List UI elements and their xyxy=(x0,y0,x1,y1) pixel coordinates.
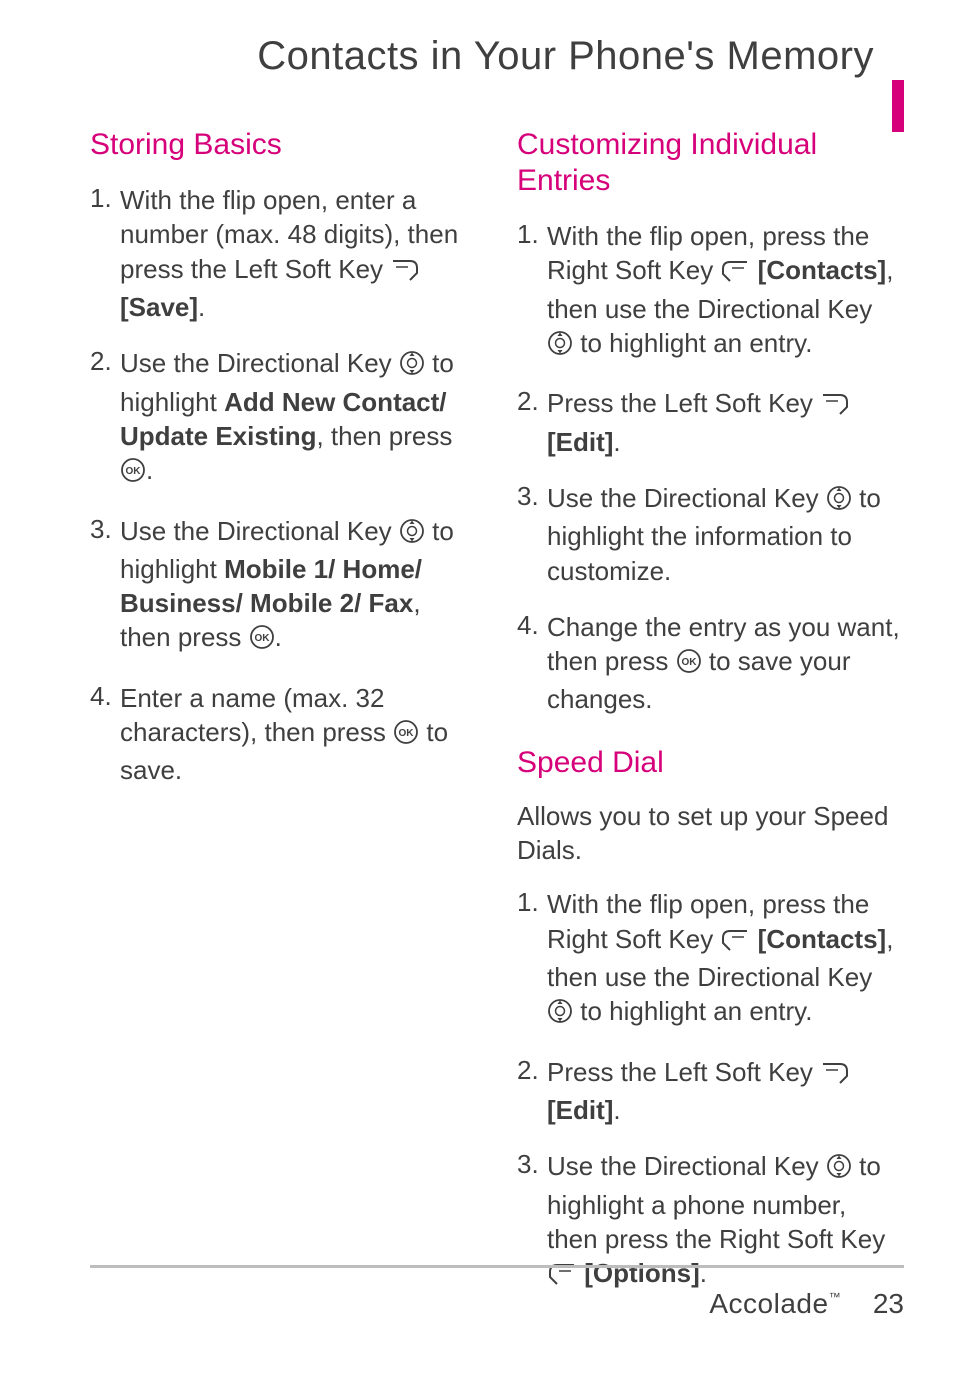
step-text: Change the entry as you want, then press… xyxy=(547,610,904,717)
step-text: Use the Directional Key to highlight Add… xyxy=(120,346,477,491)
columns: Storing Basics 1.With the flip open, ent… xyxy=(90,127,904,1317)
speed-dial-steps: 1.With the flip open, press the Right So… xyxy=(517,887,904,1294)
page-title: Contacts in Your Phone's Memory xyxy=(90,34,874,79)
bold-label: [Save] xyxy=(120,292,198,322)
step-number: 2. xyxy=(90,346,120,491)
step-text: With the flip open, press the Right Soft… xyxy=(547,219,904,364)
step-number: 1. xyxy=(517,887,547,1032)
footer-row: Accolade™ 23 xyxy=(90,1288,904,1320)
ok-icon: OK xyxy=(393,719,419,753)
speed-dial-intro: Allows you to set up your Speed Dials. xyxy=(517,799,904,868)
left-soft-key-icon xyxy=(820,390,850,424)
list-item: 2.Press the Left Soft Key [Edit]. xyxy=(517,1055,904,1128)
left-soft-key-icon xyxy=(820,1059,850,1093)
bold-label: [Contacts] xyxy=(758,924,887,954)
list-item: 1.With the flip open, press the Right So… xyxy=(517,887,904,1032)
bold-label: Add New Contact/ Update Existing xyxy=(120,387,447,451)
title-row: Contacts in Your Phone's Memory xyxy=(90,34,904,79)
section-heading-speed-dial: Speed Dial xyxy=(517,745,904,781)
dpad-icon xyxy=(399,518,425,552)
accent-bar xyxy=(892,80,904,132)
storing-basics-steps: 1.With the flip open, enter a number (ma… xyxy=(90,183,477,788)
step-number: 2. xyxy=(517,386,547,459)
customizing-steps: 1.With the flip open, press the Right So… xyxy=(517,219,904,717)
left-column: Storing Basics 1.With the flip open, ent… xyxy=(90,127,477,1317)
step-number: 4. xyxy=(90,681,120,788)
right-column: Customizing Individual Entries 1.With th… xyxy=(517,127,904,1317)
list-item: 2.Use the Directional Key to highlight A… xyxy=(90,346,477,491)
dpad-icon xyxy=(826,1153,852,1187)
ok-icon: OK xyxy=(676,648,702,682)
svg-text:OK: OK xyxy=(126,466,142,477)
footer-rule xyxy=(90,1265,904,1268)
right-soft-key-icon xyxy=(720,257,750,291)
list-item: 3.Use the Directional Key to highlight t… xyxy=(517,481,904,588)
dpad-icon xyxy=(399,350,425,384)
bold-label: [Edit] xyxy=(547,1095,613,1125)
step-text: Enter a name (max. 32 characters), then … xyxy=(120,681,477,788)
step-text: Use the Directional Key to highlight the… xyxy=(547,481,904,588)
svg-text:OK: OK xyxy=(399,728,415,739)
step-number: 4. xyxy=(517,610,547,717)
bold-label: [Contacts] xyxy=(758,255,887,285)
right-soft-key-icon xyxy=(720,926,750,960)
step-text: Press the Left Soft Key [Edit]. xyxy=(547,1055,904,1128)
list-item: 1.With the flip open, enter a number (ma… xyxy=(90,183,477,324)
section-heading-storing-basics: Storing Basics xyxy=(90,127,477,163)
dpad-icon xyxy=(826,485,852,519)
list-item: 3.Use the Directional Key to highlight M… xyxy=(90,514,477,659)
bold-label: [Edit] xyxy=(547,427,613,457)
step-number: 3. xyxy=(90,514,120,659)
brand-name: Accolade™ xyxy=(709,1288,841,1319)
step-number: 2. xyxy=(517,1055,547,1128)
step-text: Use the Directional Key to highlight Mob… xyxy=(120,514,477,659)
brand-text: Accolade xyxy=(709,1288,828,1319)
dpad-icon xyxy=(547,998,573,1032)
step-text: With the flip open, press the Right Soft… xyxy=(547,887,904,1032)
ok-icon: OK xyxy=(120,457,146,491)
brand-tm: ™ xyxy=(829,1290,842,1304)
left-soft-key-icon xyxy=(390,256,420,290)
step-number: 1. xyxy=(517,219,547,364)
bold-label: Mobile 1/ Home/ Business/ Mobile 2/ Fax xyxy=(120,554,422,618)
list-item: 4.Change the entry as you want, then pre… xyxy=(517,610,904,717)
manual-page: Contacts in Your Phone's Memory Storing … xyxy=(0,0,954,1374)
page-footer: Accolade™ 23 xyxy=(90,1265,904,1320)
section-heading-customizing: Customizing Individual Entries xyxy=(517,127,904,199)
page-number: 23 xyxy=(873,1288,904,1319)
list-item: 2.Press the Left Soft Key [Edit]. xyxy=(517,386,904,459)
list-item: 4.Enter a name (max. 32 characters), the… xyxy=(90,681,477,788)
dpad-icon xyxy=(547,330,573,364)
step-number: 3. xyxy=(517,481,547,588)
list-item: 1.With the flip open, press the Right So… xyxy=(517,219,904,364)
svg-text:OK: OK xyxy=(681,657,697,668)
ok-icon: OK xyxy=(249,624,275,658)
step-text: With the flip open, enter a number (max.… xyxy=(120,183,477,324)
step-text: Press the Left Soft Key [Edit]. xyxy=(547,386,904,459)
svg-text:OK: OK xyxy=(254,633,270,644)
step-number: 1. xyxy=(90,183,120,324)
